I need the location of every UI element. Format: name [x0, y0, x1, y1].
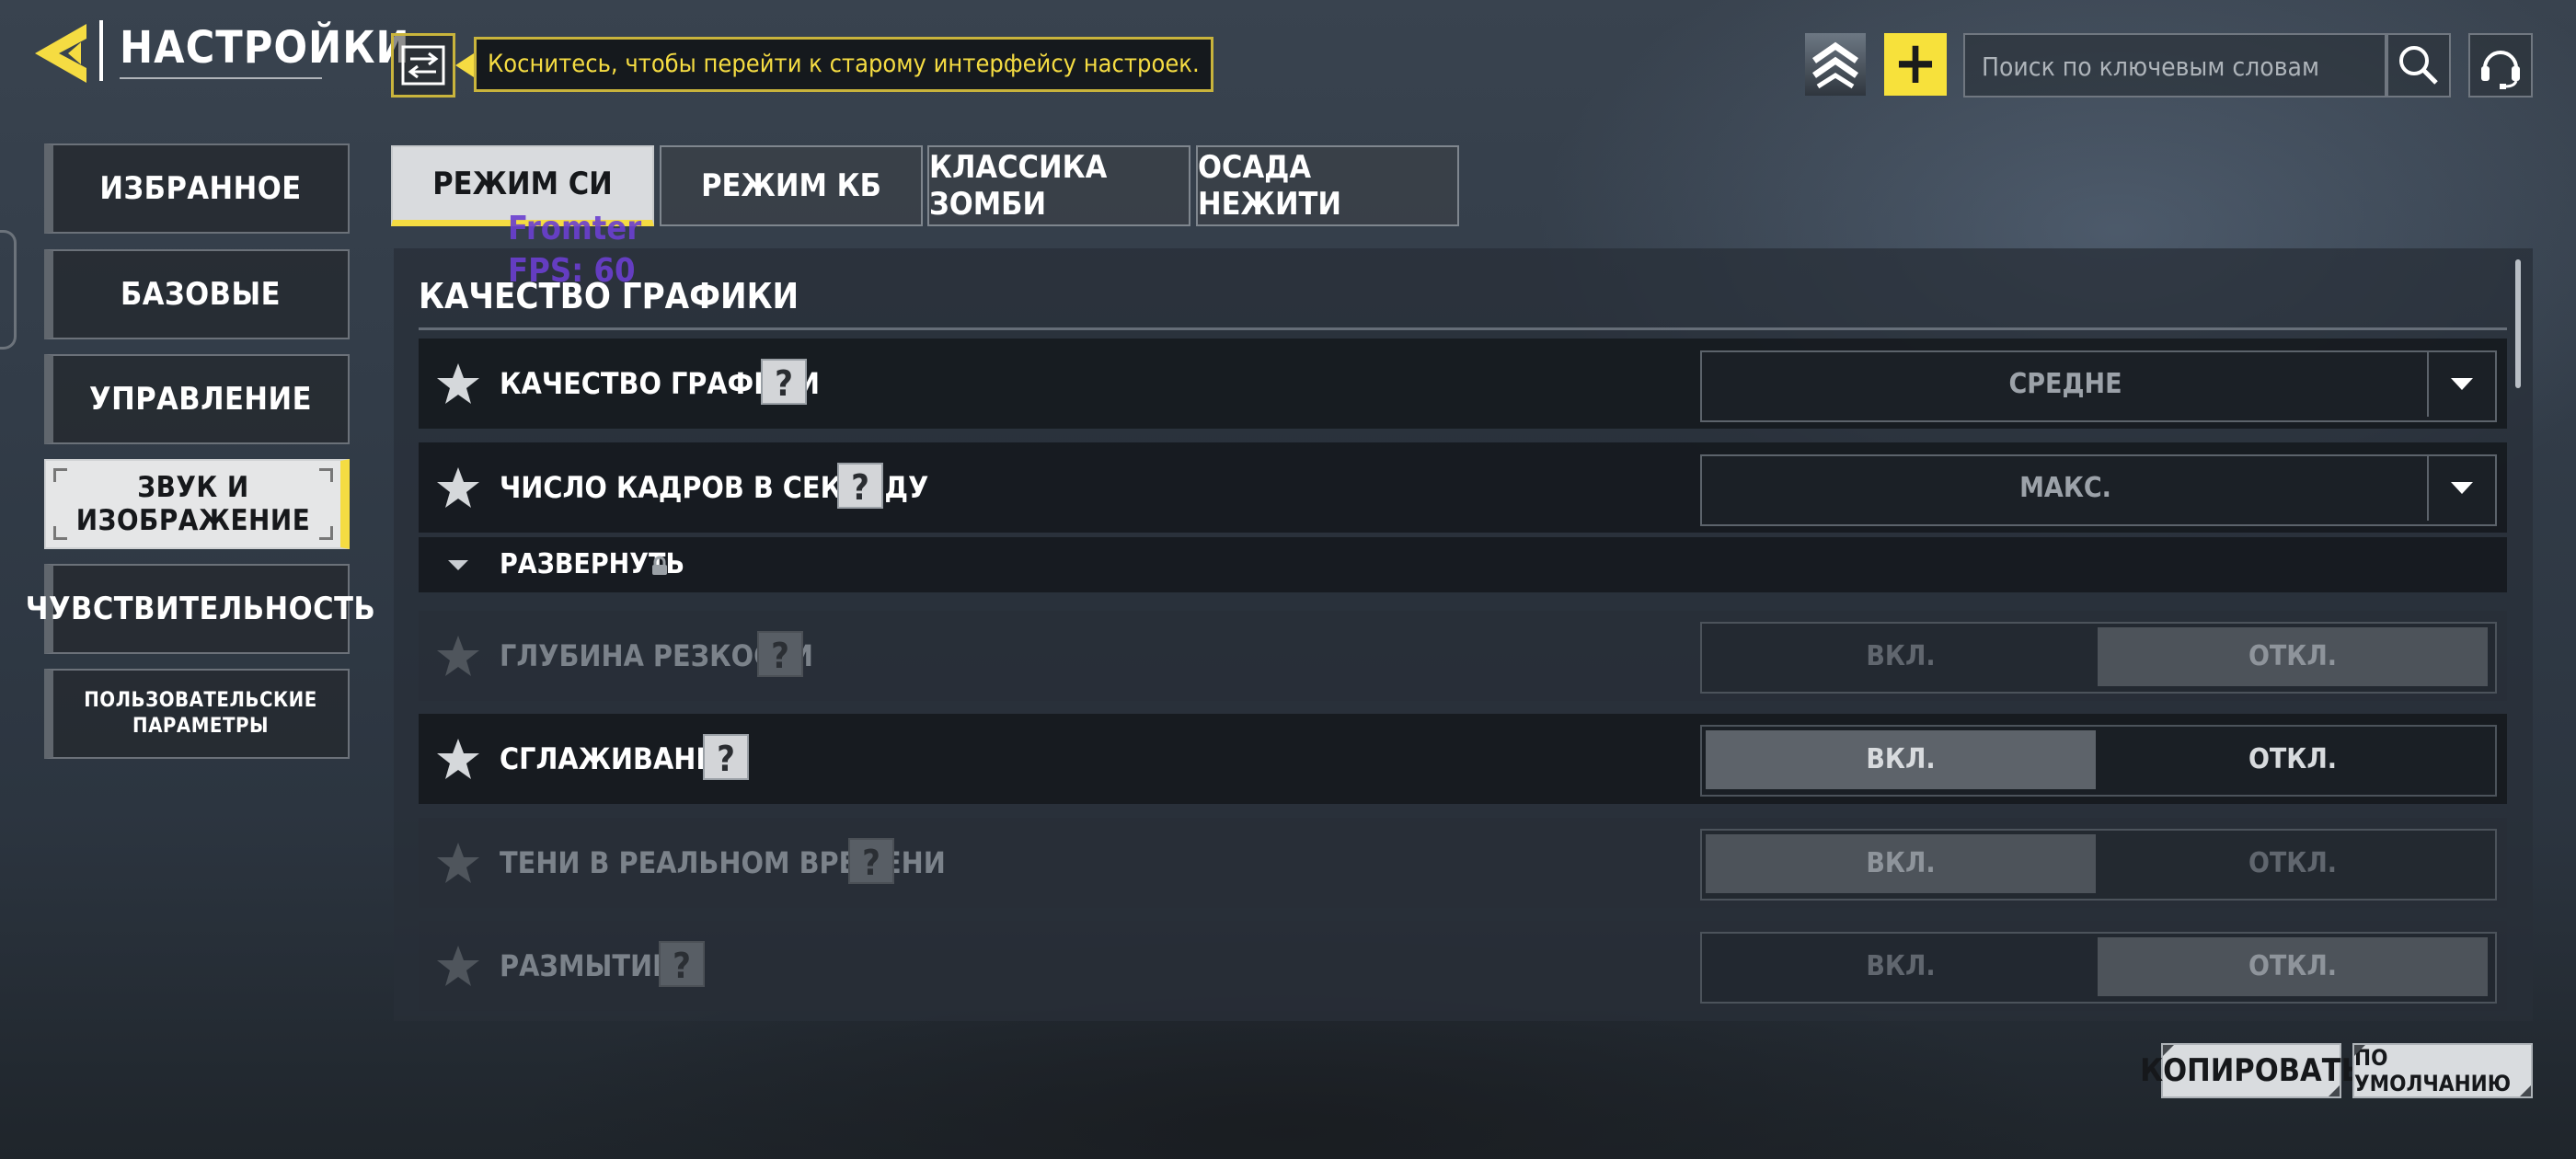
- fps-overlay: Fromter FPS: 60: [508, 208, 641, 293]
- setting-label: РАЗМЫТИЕ: [500, 948, 671, 983]
- setting-row-anti-aliasing: СГЛАЖИВАНИЕ ? ВКЛ. ОТКЛ.: [419, 714, 2507, 804]
- support-button[interactable]: [2468, 33, 2533, 98]
- search-box: [1963, 33, 2386, 98]
- blur-toggle: ВКЛ. ОТКЛ.: [1700, 932, 2497, 1004]
- default-button-label: ПО УМОЛЧАНИЮ: [2354, 1045, 2512, 1096]
- realtime-shadows-toggle: ВКЛ. ОТКЛ.: [1700, 829, 2497, 901]
- label-line: ПОЛЬЗОВАТЕЛЬСКИЕ: [84, 689, 317, 712]
- toggle-off-option[interactable]: ОТКЛ.: [2098, 834, 2488, 893]
- switch-interface-button[interactable]: [391, 33, 455, 98]
- tab-label: ОСАДА НЕЖИТИ: [1198, 149, 1342, 223]
- overlay-line: FPS: 60: [508, 252, 636, 290]
- toggle-off-option[interactable]: ОТКЛ.: [2098, 937, 2488, 996]
- search-icon: [2399, 46, 2438, 85]
- add-button[interactable]: +: [1884, 33, 1947, 96]
- sidebar-item-label: ЗВУК И ИЗОБРАЖЕНИЕ: [75, 471, 311, 537]
- switch-icon: [401, 45, 445, 86]
- frame-rate-dropdown[interactable]: МАКС.: [1700, 454, 2497, 526]
- setting-row-blur: РАЗМЫТИЕ ? ВКЛ. ОТКЛ.: [419, 921, 2507, 1011]
- sidebar-item-sound-graphics[interactable]: ЗВУК И ИЗОБРАЖЕНИЕ: [44, 459, 350, 549]
- corner-mark: [2520, 1085, 2531, 1096]
- setting-row-realtime-shadows: ТЕНИ В РЕАЛЬНОМ ВРЕМЕНИ ? ВКЛ. ОТКЛ.: [419, 818, 2507, 908]
- title-separator: [99, 20, 103, 81]
- old-interface-tooltip[interactable]: Коснитесь, чтобы перейти к старому интер…: [474, 37, 1213, 92]
- dropdown-value: СРЕДНЕ: [2008, 368, 2122, 400]
- star-icon[interactable]: [435, 361, 481, 407]
- chevron-down-icon: [2427, 352, 2495, 417]
- corner-mark: [2163, 1045, 2174, 1056]
- expand-toggle[interactable]: РАЗВЕРНУТЬ: [419, 537, 2507, 592]
- overlay-line: Fromter: [508, 210, 642, 247]
- setting-label: СГЛАЖИВАНИЕ: [500, 741, 737, 776]
- toggle-off-option[interactable]: ОТКЛ.: [2098, 730, 2488, 789]
- setting-row-graphics-quality: КАЧЕСТВО ГРАФИКИ ? СРЕДНЕ: [419, 339, 2507, 429]
- help-icon[interactable]: ?: [659, 941, 705, 987]
- sidebar-item-label: ИЗБРАННОЕ: [99, 170, 302, 207]
- headset-icon: [2481, 51, 2520, 89]
- depth-of-field-toggle: ВКЛ. ОТКЛ.: [1700, 622, 2497, 694]
- sidebar-item-sensitivity[interactable]: ЧУВСТВИТЕЛЬНОСТЬ: [26, 564, 375, 654]
- help-icon[interactable]: ?: [761, 359, 807, 405]
- star-icon[interactable]: [435, 943, 481, 989]
- help-icon[interactable]: ?: [837, 463, 883, 509]
- side-bracket: [0, 230, 17, 350]
- tab-br-mode[interactable]: РЕЖИМ КБ: [660, 145, 923, 226]
- sidebar-item-controls[interactable]: УПРАВЛЕНИЕ: [44, 354, 350, 444]
- tab-undead-siege[interactable]: ОСАДА НЕЖИТИ: [1196, 145, 1459, 226]
- tab-label: РЕЖИМ СИ: [432, 165, 613, 202]
- corner-mark: [319, 468, 333, 482]
- help-icon[interactable]: ?: [848, 838, 894, 884]
- sidebar-item-label: ЧУВСТВИТЕЛЬНОСТЬ: [25, 591, 376, 627]
- default-button[interactable]: ПО УМОЛЧАНИЮ: [2352, 1043, 2533, 1098]
- copy-button[interactable]: КОПИРОВАТЬ: [2140, 1043, 2363, 1098]
- sidebar-item-label: ПОЛЬЗОВАТЕЛЬСКИЕ ПАРАМЕТРЫ: [84, 688, 317, 740]
- help-icon[interactable]: ?: [703, 734, 749, 780]
- star-icon[interactable]: [435, 633, 481, 679]
- page-title: НАСТРОЙКИ: [120, 22, 410, 74]
- corner-mark: [2354, 1045, 2365, 1056]
- copy-button-label: КОПИРОВАТЬ: [2140, 1052, 2363, 1089]
- corner-mark: [53, 468, 67, 482]
- label-line: ПАРАМЕТРЫ: [132, 715, 269, 738]
- star-icon[interactable]: [435, 736, 481, 782]
- sidebar-item-favorites[interactable]: ИЗБРАННОЕ: [44, 143, 350, 234]
- tab-label: КЛАССИКА ЗОМБИ: [929, 149, 1108, 223]
- help-icon[interactable]: ?: [757, 631, 803, 677]
- toggle-on-option[interactable]: ВКЛ.: [1706, 627, 2096, 686]
- tab-zombie-classic[interactable]: КЛАССИКА ЗОМБИ: [927, 145, 1190, 226]
- dropdown-value: МАКС.: [2019, 472, 2111, 504]
- star-icon[interactable]: [435, 465, 481, 511]
- star-icon[interactable]: [435, 840, 481, 886]
- back-button[interactable]: [28, 17, 101, 90]
- toggle-on-option[interactable]: ВКЛ.: [1706, 834, 2096, 893]
- scrollbar[interactable]: [2515, 259, 2521, 388]
- rank-chevron-icon: [1805, 33, 1866, 96]
- expand-arrow-icon: [448, 560, 468, 570]
- search-button[interactable]: [2386, 33, 2451, 98]
- anti-aliasing-toggle: ВКЛ. ОТКЛ.: [1700, 725, 2497, 797]
- sidebar-item-basic[interactable]: БАЗОВЫЕ: [44, 249, 350, 339]
- title-underline: [120, 77, 322, 79]
- corner-mark: [2329, 1085, 2340, 1096]
- toggle-on-option[interactable]: ВКЛ.: [1706, 937, 2096, 996]
- setting-row-frame-rate: ЧИСЛО КАДРОВ В СЕКУНДУ ? МАКС.: [419, 442, 2507, 533]
- back-arrow-icon: [35, 24, 86, 83]
- sidebar-item-label: УПРАВЛЕНИЕ: [89, 381, 312, 418]
- tab-label: РЕЖИМ КБ: [701, 167, 881, 204]
- toggle-on-option[interactable]: ВКЛ.: [1706, 730, 2096, 789]
- rank-button[interactable]: [1805, 33, 1866, 96]
- setting-row-depth-of-field: ГЛУБИНА РЕЗКОСТИ ? ВКЛ. ОТКЛ.: [419, 611, 2507, 701]
- corner-mark: [319, 526, 333, 540]
- tooltip-arrow: [455, 53, 474, 77]
- corner-mark: [53, 526, 67, 540]
- sidebar-item-custom-params[interactable]: ПОЛЬЗОВАТЕЛЬСКИЕ ПАРАМЕТРЫ: [44, 669, 350, 759]
- section-divider: [419, 327, 2507, 330]
- search-input[interactable]: [1980, 35, 2333, 98]
- graphics-quality-dropdown[interactable]: СРЕДНЕ: [1700, 350, 2497, 422]
- toggle-off-option[interactable]: ОТКЛ.: [2098, 627, 2488, 686]
- lock-icon: [652, 556, 667, 575]
- chevron-down-icon: [2427, 456, 2495, 521]
- sidebar-item-label: БАЗОВЫЕ: [120, 276, 282, 313]
